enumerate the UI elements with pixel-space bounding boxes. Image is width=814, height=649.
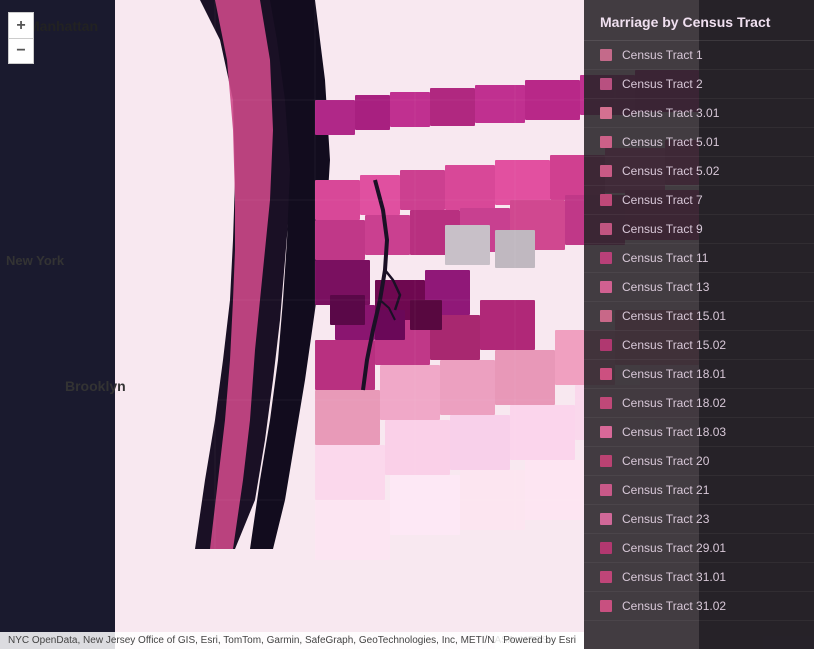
legend-swatch xyxy=(600,339,612,351)
map-container: Manhattan New York Brooklyn + − Marriage… xyxy=(0,0,814,649)
zoom-controls: + − xyxy=(8,12,34,64)
legend-item-label: Census Tract 1 xyxy=(622,48,703,62)
legend-item[interactable]: Census Tract 31.02 xyxy=(584,592,814,621)
legend-swatch xyxy=(600,194,612,206)
legend-panel: Marriage by Census Tract Census Tract 1C… xyxy=(584,0,814,649)
legend-item-label: Census Tract 3.01 xyxy=(622,106,719,120)
legend-item-label: Census Tract 20 xyxy=(622,454,709,468)
legend-item[interactable]: Census Tract 15.01 xyxy=(584,302,814,331)
legend-item[interactable]: Census Tract 20 xyxy=(584,447,814,476)
legend-swatch xyxy=(600,78,612,90)
legend-swatch xyxy=(600,136,612,148)
legend-items-container: Census Tract 1 Census Tract 2 Census Tract… xyxy=(584,41,814,621)
legend-item-label: Census Tract 15.01 xyxy=(622,309,726,323)
legend-swatch xyxy=(600,600,612,612)
zoom-in-button[interactable]: + xyxy=(8,12,34,38)
legend-item[interactable]: Census Tract 5.02 xyxy=(584,157,814,186)
legend-swatch xyxy=(600,223,612,235)
legend-item[interactable]: Census Tract 29.01 xyxy=(584,534,814,563)
legend-item[interactable]: Census Tract 18.03 xyxy=(584,418,814,447)
legend-swatch xyxy=(600,310,612,322)
legend-item[interactable]: Census Tract 31.01 xyxy=(584,563,814,592)
legend-item[interactable]: Census Tract 21 xyxy=(584,476,814,505)
legend-item-label: Census Tract 18.01 xyxy=(622,367,726,381)
legend-item-label: Census Tract 7 xyxy=(622,193,703,207)
legend-item-label: Census Tract 31.02 xyxy=(622,599,726,613)
legend-item-label: Census Tract 21 xyxy=(622,483,709,497)
powered-by: Powered by Esri xyxy=(495,632,584,649)
legend-item-label: Census Tract 5.02 xyxy=(622,164,719,178)
legend-swatch xyxy=(600,368,612,380)
legend-item-label: Census Tract 13 xyxy=(622,280,709,294)
legend-swatch xyxy=(600,542,612,554)
legend-item[interactable]: Census Tract 5.01 xyxy=(584,128,814,157)
legend-item-label: Census Tract 18.03 xyxy=(622,425,726,439)
legend-item-label: Census Tract 9 xyxy=(622,222,703,236)
legend-item-label: Census Tract 31.01 xyxy=(622,570,726,584)
legend-swatch xyxy=(600,484,612,496)
legend-item-label: Census Tract 2 xyxy=(622,77,703,91)
zoom-out-button[interactable]: − xyxy=(8,38,34,64)
legend-swatch xyxy=(600,426,612,438)
legend-swatch xyxy=(600,107,612,119)
legend-item-label: Census Tract 15.02 xyxy=(622,338,726,352)
legend-item-label: Census Tract 5.01 xyxy=(622,135,719,149)
legend-item[interactable]: Census Tract 11 xyxy=(584,244,814,273)
legend-item[interactable]: Census Tract 23 xyxy=(584,505,814,534)
legend-swatch xyxy=(600,571,612,583)
legend-item[interactable]: Census Tract 2 xyxy=(584,70,814,99)
legend-item-label: Census Tract 29.01 xyxy=(622,541,726,555)
legend-item-label: Census Tract 23 xyxy=(622,512,709,526)
legend-item[interactable]: Census Tract 18.02 xyxy=(584,389,814,418)
legend-swatch xyxy=(600,165,612,177)
legend-swatch xyxy=(600,397,612,409)
legend-swatch xyxy=(600,455,612,467)
legend-swatch xyxy=(600,281,612,293)
legend-item[interactable]: Census Tract 9 xyxy=(584,215,814,244)
legend-item[interactable]: Census Tract 15.02 xyxy=(584,331,814,360)
legend-swatch xyxy=(600,513,612,525)
legend-item[interactable]: Census Tract 7 xyxy=(584,186,814,215)
legend-item[interactable]: Census Tract 3.01 xyxy=(584,99,814,128)
legend-item[interactable]: Census Tract 13 xyxy=(584,273,814,302)
legend-swatch xyxy=(600,49,612,61)
legend-swatch xyxy=(600,252,612,264)
legend-title: Marriage by Census Tract xyxy=(584,0,814,41)
legend-item-label: Census Tract 18.02 xyxy=(622,396,726,410)
legend-item-label: Census Tract 11 xyxy=(622,251,708,265)
legend-item[interactable]: Census Tract 18.01 xyxy=(584,360,814,389)
legend-item[interactable]: Census Tract 1 xyxy=(584,41,814,70)
